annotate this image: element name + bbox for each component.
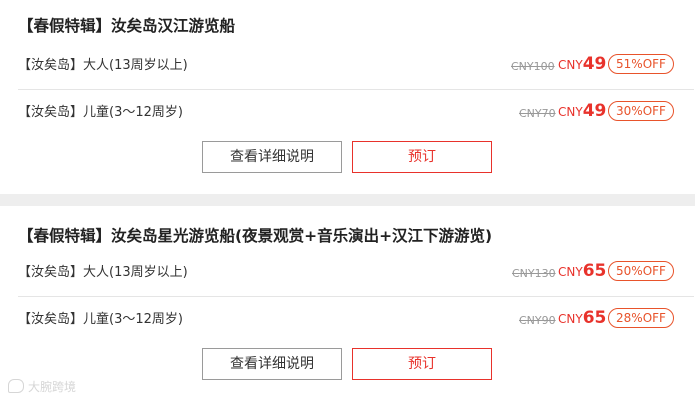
original-price: CNY70	[519, 107, 556, 120]
product-title: 【春假特辑】汝矣岛汉江游览船	[18, 17, 236, 35]
product-title: 【春假特辑】汝矣岛星光游览船(夜景观赏+音乐演出+汉江下游游览)	[18, 227, 493, 245]
chat-bubble-icon	[8, 379, 24, 393]
watermark: 大腕跨境	[8, 378, 76, 395]
ticket-label: 【汝矣岛】儿童(3～12周岁)	[18, 105, 183, 120]
book-button[interactable]: 预订	[352, 141, 492, 173]
sale-price: CNY65	[558, 261, 607, 281]
view-details-button[interactable]: 查看详细说明	[202, 141, 342, 173]
original-price: CNY130	[512, 267, 556, 280]
discount-badge: 50%OFF	[608, 261, 674, 281]
button-group: 查看详细说明 预订	[0, 141, 695, 173]
view-details-button[interactable]: 查看详细说明	[202, 348, 342, 380]
product-card-1: 【春假特辑】汝矣岛汉江游览船 【汝矣岛】大人(13周岁以上) CNY100 CN…	[0, 0, 695, 194]
sale-price: CNY49	[558, 101, 607, 121]
book-button[interactable]: 预订	[352, 348, 492, 380]
section-separator	[0, 194, 695, 206]
price-row-adult: 【汝矣岛】大人(13周岁以上) CNY130 CNY65 50%OFF	[18, 250, 694, 296]
button-group: 查看详细说明 预订	[0, 348, 695, 380]
ticket-label: 【汝矣岛】大人(13周岁以上)	[18, 265, 188, 280]
ticket-label: 【汝矣岛】大人(13周岁以上)	[18, 58, 188, 73]
original-price: CNY90	[519, 314, 556, 327]
sale-price: CNY49	[558, 54, 607, 74]
ticket-label: 【汝矣岛】儿童(3～12周岁)	[18, 312, 183, 327]
price-row-child: 【汝矣岛】儿童(3～12周岁) CNY90 CNY65 28%OFF	[18, 297, 694, 343]
discount-badge: 30%OFF	[608, 101, 674, 121]
discount-badge: 51%OFF	[608, 54, 674, 74]
original-price: CNY100	[511, 60, 555, 73]
discount-badge: 28%OFF	[608, 308, 674, 328]
watermark-text: 大腕跨境	[28, 380, 77, 394]
sale-price: CNY65	[558, 308, 607, 328]
product-card-2: 【春假特辑】汝矣岛星光游览船(夜景观赏+音乐演出+汉江下游游览) 【汝矣岛】大人…	[0, 206, 695, 402]
price-row-child: 【汝矣岛】儿童(3～12周岁) CNY70 CNY49 30%OFF	[18, 90, 694, 136]
price-row-adult: 【汝矣岛】大人(13周岁以上) CNY100 CNY49 51%OFF	[18, 43, 694, 89]
